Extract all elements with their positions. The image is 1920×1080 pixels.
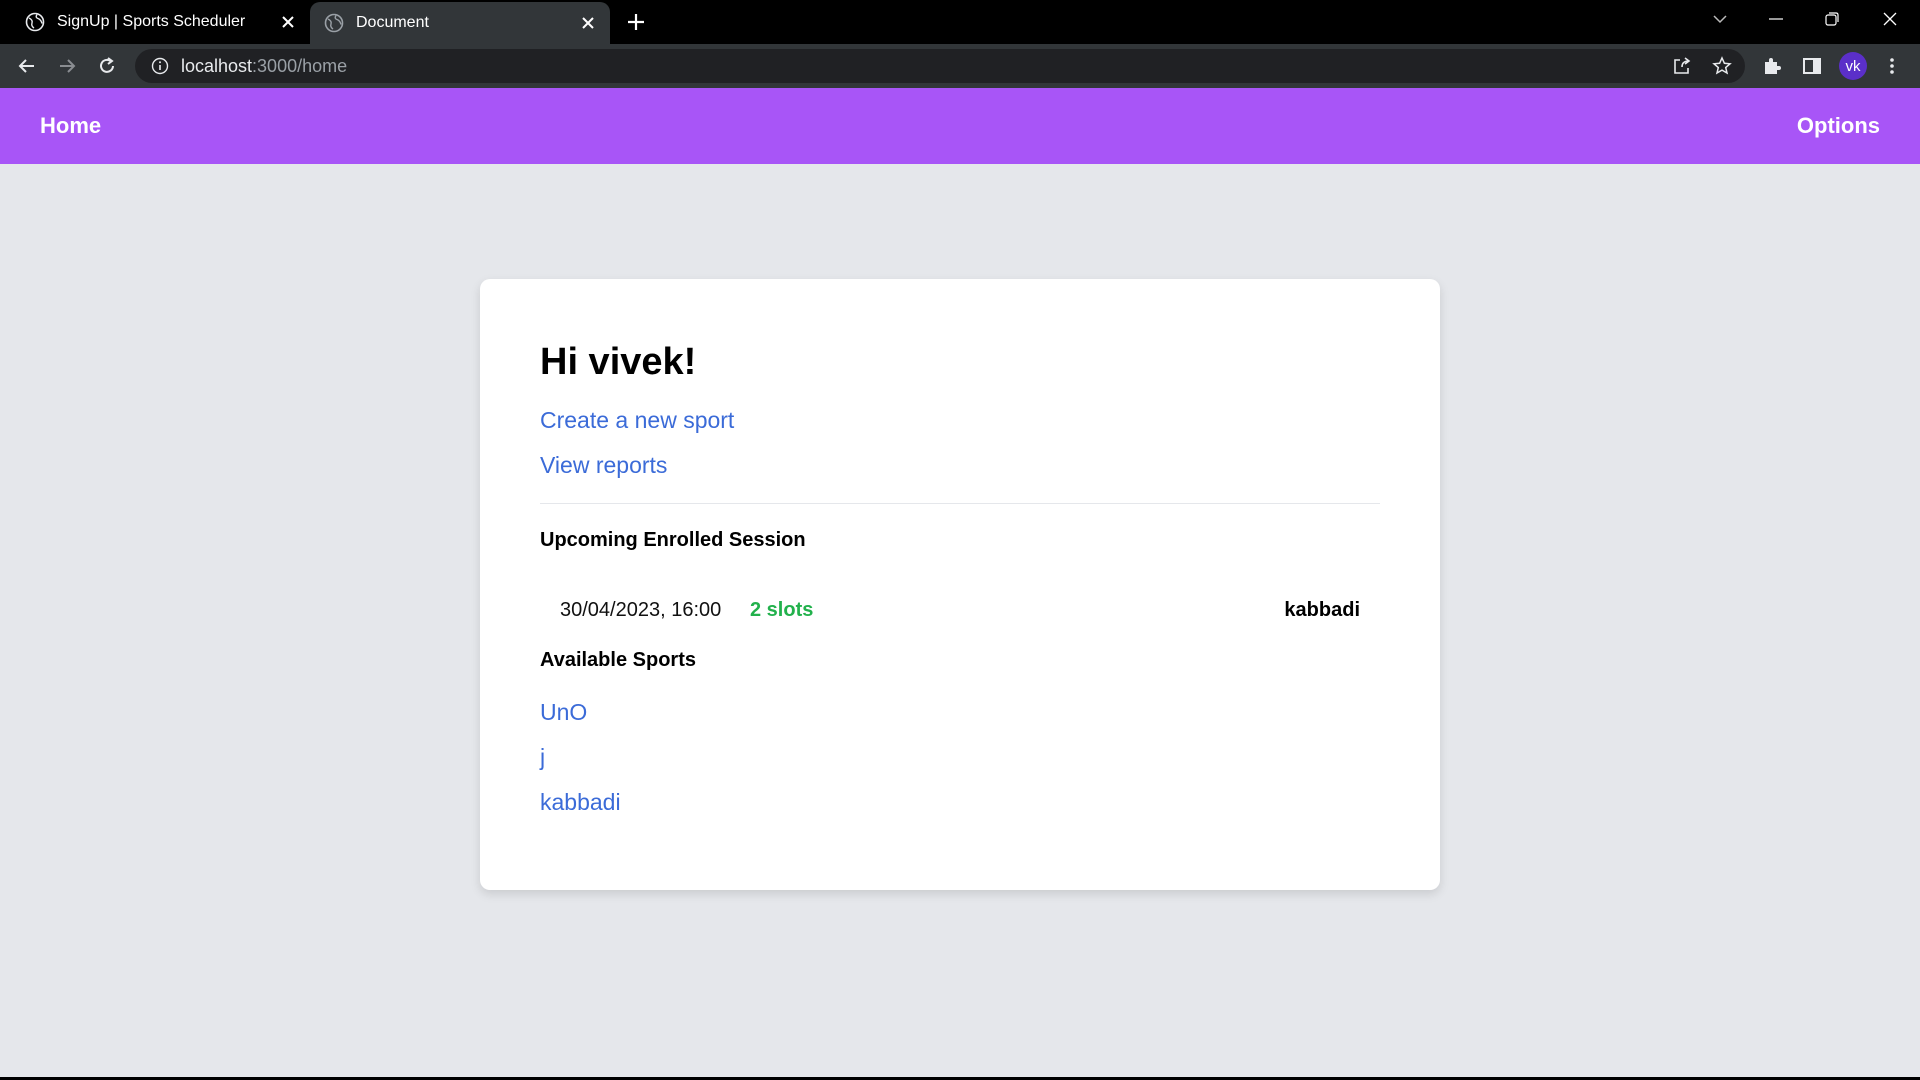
nav-home-link[interactable]: Home — [40, 88, 101, 164]
reload-icon — [100, 57, 114, 73]
home-card: Hi vivek! Create a new sport View report… — [480, 279, 1440, 890]
close-icon — [1883, 12, 1897, 26]
address-bar[interactable]: localhost:3000/home — [135, 49, 1745, 83]
kebab-menu-icon — [1890, 58, 1894, 74]
minimize-button[interactable] — [1748, 0, 1804, 38]
minimize-icon — [1769, 18, 1783, 20]
view-reports-link[interactable]: View reports — [540, 452, 667, 479]
url-text: localhost:3000/home — [181, 56, 347, 77]
info-icon[interactable] — [151, 57, 169, 75]
forward-button[interactable] — [53, 52, 81, 80]
arrow-left-icon — [18, 59, 34, 73]
puzzle-icon — [1765, 58, 1781, 74]
new-tab-button[interactable] — [620, 8, 652, 36]
sport-link-j[interactable]: j — [540, 744, 545, 771]
close-icon[interactable] — [576, 11, 600, 35]
plus-icon — [628, 14, 644, 30]
profile-avatar[interactable]: vk — [1839, 52, 1867, 80]
reload-button[interactable] — [93, 52, 121, 80]
page-title: Hi vivek! — [540, 341, 697, 383]
close-window-button[interactable] — [1862, 0, 1918, 38]
url-host: localhost — [181, 55, 253, 76]
extensions-button[interactable] — [1758, 52, 1786, 80]
back-button[interactable] — [13, 52, 41, 80]
share-button[interactable] — [1668, 52, 1696, 80]
restore-icon — [1825, 12, 1839, 26]
bookmark-button[interactable] — [1708, 52, 1736, 80]
app-navbar: Home Options — [0, 88, 1920, 164]
side-panel-button[interactable] — [1798, 52, 1826, 80]
create-sport-link[interactable]: Create a new sport — [540, 407, 734, 434]
divider — [540, 503, 1380, 504]
browser-tab-signup[interactable]: SignUp | Sports Scheduler — [0, 0, 310, 44]
tab-search-button[interactable] — [1692, 0, 1748, 38]
session-slots: 2 slots — [750, 599, 814, 621]
browser-toolbar: localhost:3000/home — [0, 44, 1920, 88]
session-sport-name: kabbadi — [1284, 599, 1360, 621]
session-row[interactable]: 30/04/2023, 16:00 2 slots kabbadi — [540, 589, 1360, 633]
available-sports-heading: Available Sports — [540, 649, 696, 671]
nav-options-link[interactable]: Options — [1797, 88, 1880, 164]
globe-icon — [25, 12, 45, 32]
tab-title: Document — [356, 14, 429, 31]
sport-link-kabbadi[interactable]: kabbadi — [540, 789, 621, 816]
sport-link-uno[interactable]: UnO — [540, 699, 587, 726]
side-panel-icon — [1803, 58, 1821, 74]
share-icon — [1674, 57, 1691, 74]
menu-button[interactable] — [1878, 52, 1906, 80]
close-icon[interactable] — [276, 10, 300, 34]
upcoming-session-heading: Upcoming Enrolled Session — [540, 529, 806, 551]
arrow-right-icon — [60, 59, 76, 73]
browser-tab-strip: SignUp | Sports Scheduler Document — [0, 0, 1920, 44]
session-datetime: 30/04/2023, 16:00 — [560, 599, 722, 621]
tab-title: SignUp | Sports Scheduler — [57, 13, 246, 30]
globe-icon — [324, 13, 344, 33]
url-path: :3000/home — [252, 55, 348, 76]
star-icon — [1712, 56, 1732, 75]
chevron-down-icon — [1713, 15, 1727, 24]
restore-button[interactable] — [1804, 0, 1860, 38]
browser-tab-document[interactable]: Document — [310, 2, 610, 44]
